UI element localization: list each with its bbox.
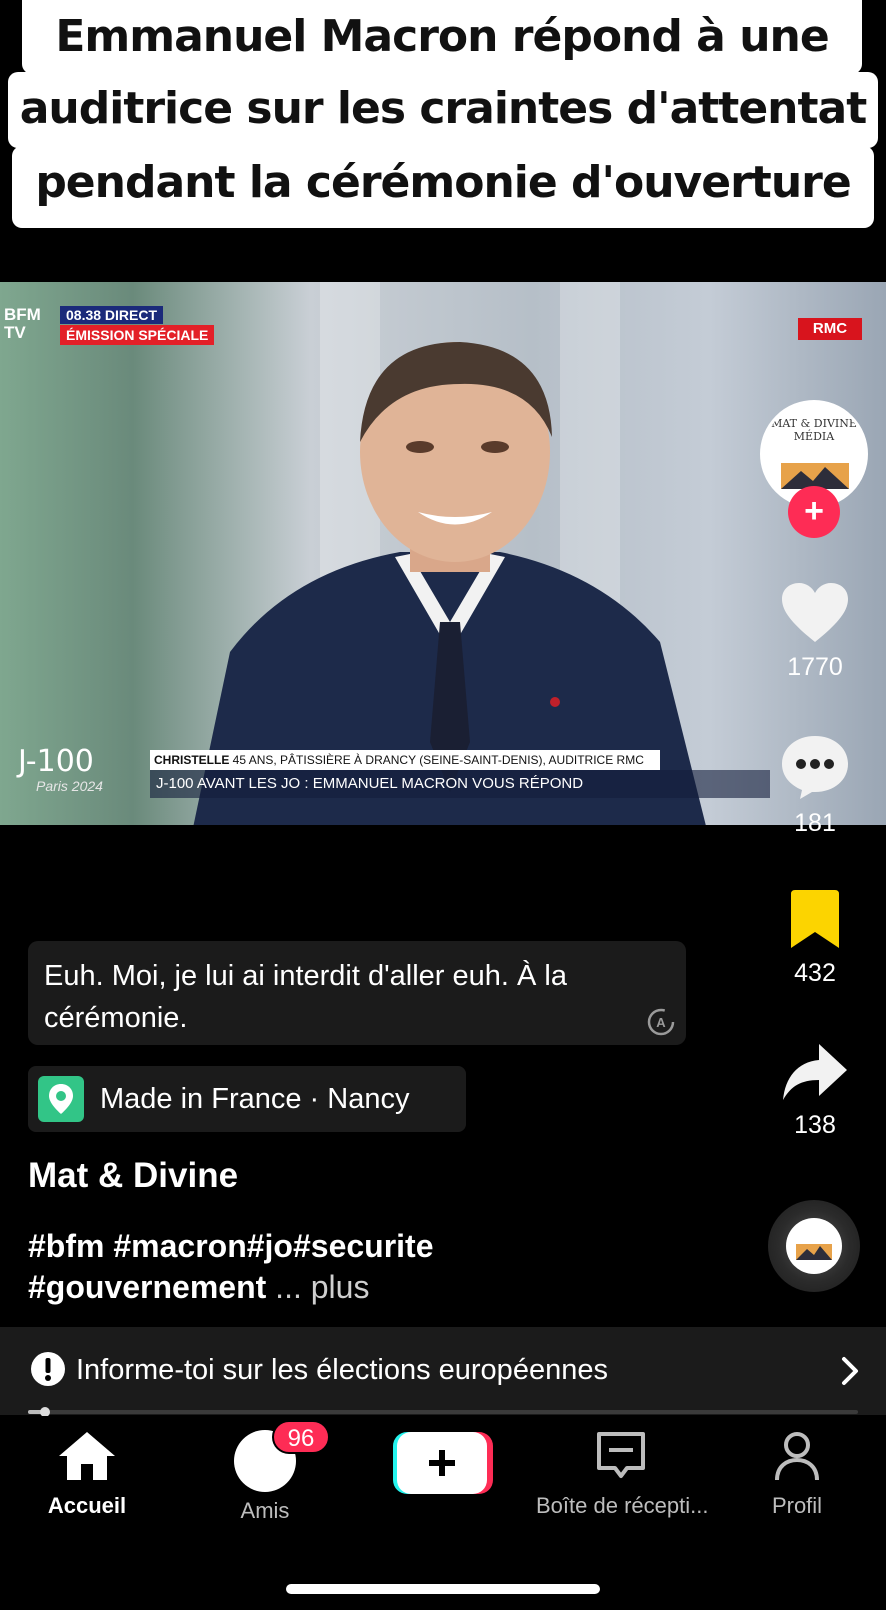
save-button[interactable]: 432 [770,890,860,988]
like-button[interactable]: 1770 [770,582,860,682]
follow-button[interactable]: + [788,486,840,538]
nav-profile[interactable]: Profil [712,1430,882,1519]
nav-home[interactable]: Accueil [2,1430,172,1519]
save-count: 432 [794,959,836,987]
nav-friends-label: Amis [240,1498,290,1523]
auto-caption-text: Euh. Moi, je lui ai interdit d'aller euh… [44,960,567,1034]
home-indicator[interactable] [286,1584,600,1594]
auto-caption-box[interactable]: Euh. Moi, je lui ai interdit d'aller euh… [28,941,686,1045]
comment-icon [782,736,848,799]
create-button[interactable] [358,1430,528,1496]
caption-line-1: Emmanuel Macron répond à une [22,0,862,74]
caption-line-2: auditrice sur les craintes d'attentat [8,72,878,148]
more-link[interactable]: ... plus [275,1269,369,1305]
music-disc-cover [786,1218,842,1274]
video-progress-bar[interactable] [28,1407,858,1417]
lower-third-title: J-100 AVANT LES JO : EMMANUEL MACRON VOU… [150,770,770,798]
nav-inbox-label: Boîte de récepti... [536,1493,709,1518]
hashtags-line-1[interactable]: #bfm #macron#jo#securite [28,1226,434,1267]
music-disc[interactable] [768,1200,860,1292]
emission-badge: ÉMISSION SPÉCIALE [60,325,215,345]
auto-translate-icon[interactable]: A [646,1007,676,1037]
location-label: Made in France · Nancy [100,1083,410,1115]
comment-count: 181 [794,809,836,837]
bottom-navigation: Accueil 96 Amis Boîte de récepti... Prof… [0,1416,886,1610]
like-count: 1770 [787,653,843,681]
nav-inbox[interactable]: Boîte de récepti... [536,1430,709,1519]
author-name[interactable]: Mat & Divine [28,1156,238,1196]
nav-profile-label: Profil [771,1493,823,1518]
heart-icon [782,583,848,642]
inbox-icon [597,1432,645,1478]
election-banner-text: Informe-toi sur les élections européenne… [76,1354,608,1386]
info-alert-icon [31,1352,65,1386]
share-count: 138 [794,1111,836,1139]
plus-icon [393,1432,493,1494]
share-button[interactable]: 138 [770,1042,860,1140]
paris-2024-label: Paris 2024 [36,778,103,794]
hashtags[interactable]: #bfm #macron#jo#securite #gouvernement .… [28,1226,434,1308]
avatar-label: MAT & DIVINE MÉDIA [771,417,857,443]
profile-icon [775,1432,819,1481]
create-plus [393,1430,493,1496]
lower-third-name-detail: 45 ANS, PÂTISSIÈRE À DRANCY (SEINE-SAINT… [229,753,644,767]
rmc-logo: RMC [798,318,862,340]
video-player[interactable]: BFM TV 08.38 DIRECT ÉMISSION SPÉCIALE RM… [0,282,886,825]
lower-third-name: CHRISTELLE 45 ANS, PÂTISSIÈRE À DRANCY (… [150,750,660,770]
home-icon [59,1432,115,1480]
j100-logo: J-100 [18,744,94,779]
location-tag[interactable]: Made in France · Nancy [28,1066,466,1132]
caption-line-3: pendant la cérémonie d'ouverture [12,146,874,228]
hashtags-line-2[interactable]: #gouvernement [28,1269,266,1305]
live-time-badge: 08.38 DIRECT [60,306,164,324]
friends-notification-badge: 96 [272,1420,330,1454]
share-arrow-icon [783,1044,847,1100]
friends-avatar: 96 [234,1420,330,1492]
svg-text:A: A [656,1015,666,1030]
nav-home-label: Accueil [47,1493,127,1518]
location-pin-icon [38,1076,84,1122]
mountain-icon [796,1244,832,1260]
election-info-banner[interactable]: Informe-toi sur les élections européenne… [0,1327,886,1415]
creator-avatar-group[interactable]: MAT & DIVINE MÉDIA + [760,400,868,538]
lower-third-name-bold: CHRISTELLE [154,753,230,767]
bookmark-icon [791,890,839,948]
nav-friends[interactable]: 96 Amis [180,1420,350,1524]
comment-button[interactable]: 181 [770,734,860,838]
chevron-right-icon [842,1357,858,1385]
bfm-logo: BFM TV [4,305,41,342]
